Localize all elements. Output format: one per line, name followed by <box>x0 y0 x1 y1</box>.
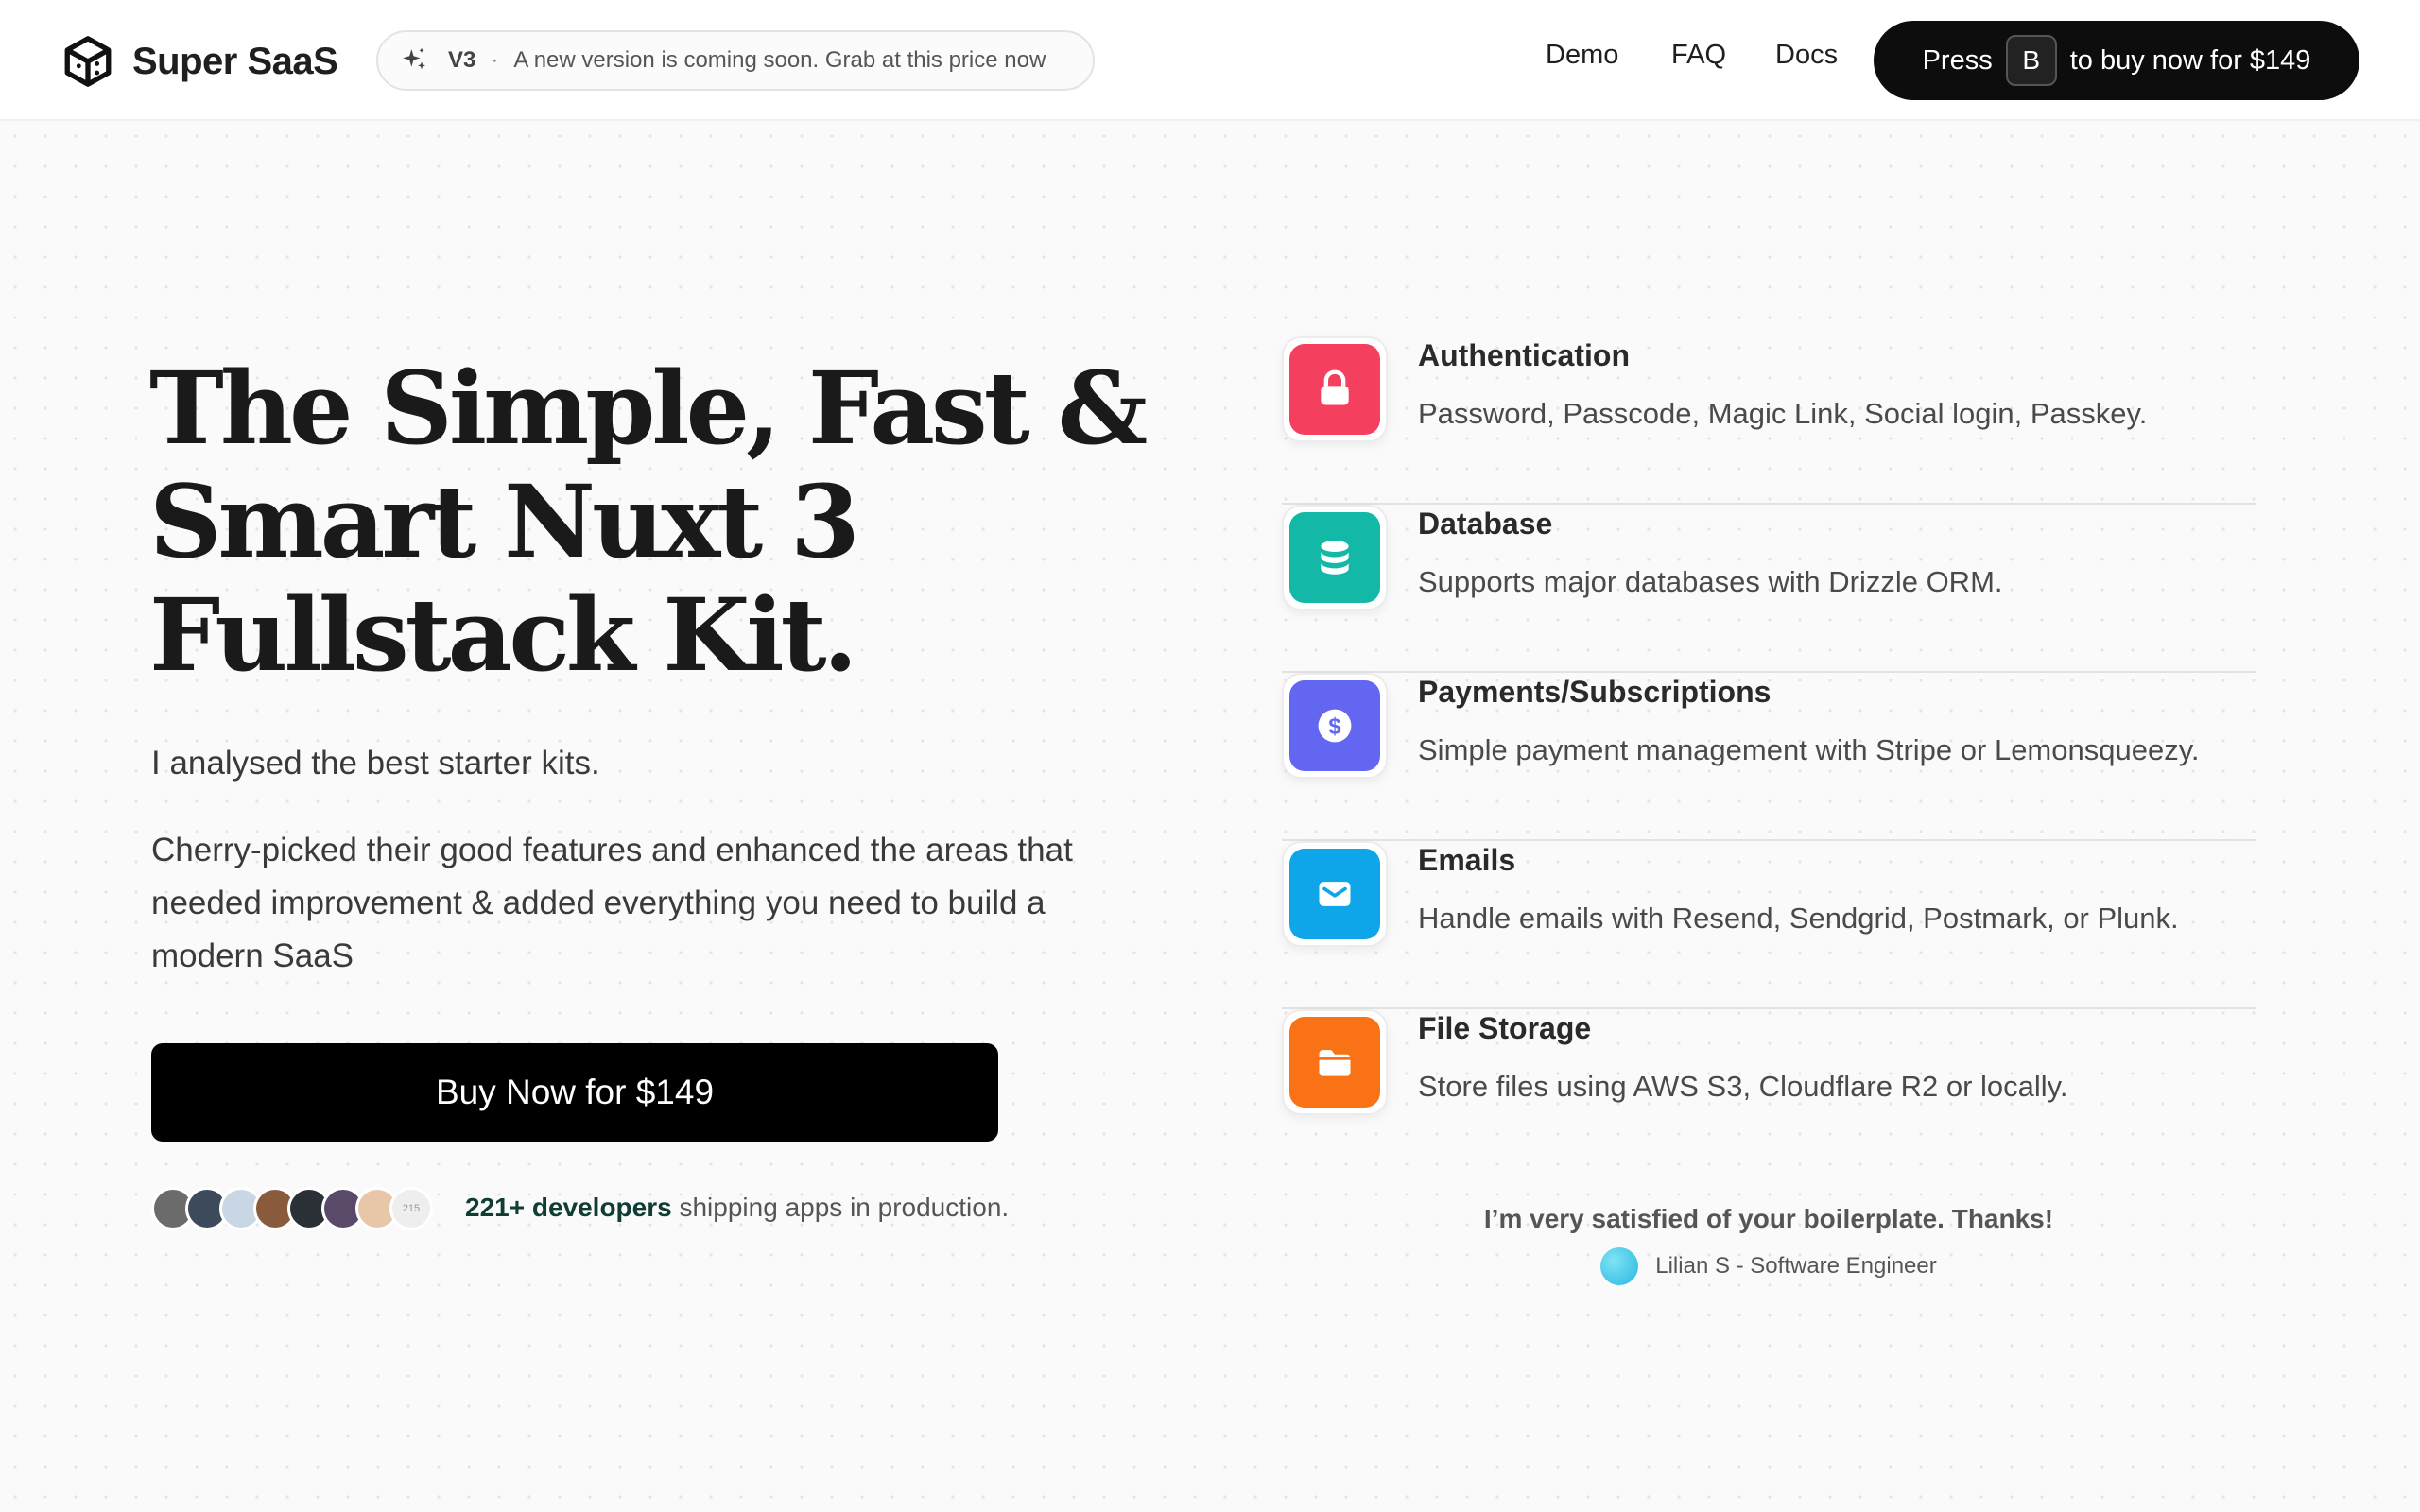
feature-icon-frame <box>1282 336 1388 442</box>
avatar <box>1600 1247 1639 1285</box>
announcement-pill[interactable]: V3 · A new version is coming soon. Grab … <box>376 30 1095 91</box>
feature-icon-tile <box>1289 849 1380 939</box>
folder-icon <box>1319 1050 1351 1076</box>
buy-now-button[interactable]: Buy Now for $149 <box>151 1043 998 1142</box>
feature-description: Supports major databases with Drizzle OR… <box>1418 565 2003 598</box>
feature-description: Simple payment management with Stripe or… <box>1418 733 2200 766</box>
separator-dot: · <box>491 47 499 73</box>
feature-icon-frame <box>1282 505 1388 610</box>
feature-icon-frame: $ <box>1282 673 1388 779</box>
buy-now-header-button[interactable]: Press B to buy now for $149 <box>1874 21 2360 100</box>
cta-prefix: Press <box>1922 44 1993 76</box>
hero-lead: I analysed the best starter kits. <box>151 745 600 782</box>
hero-title: The Simple, Fast & Smart Nuxt 3 Fullstac… <box>149 349 1148 694</box>
developer-avatars: 215 <box>151 1187 433 1230</box>
social-proof-count: 221+ developers <box>465 1193 672 1222</box>
top-nav-bar: Super SaaS V3 · A new version is coming … <box>0 0 2420 121</box>
avatar-count-badge: 215 <box>389 1187 433 1230</box>
cube-icon <box>64 36 112 87</box>
feature-icon-frame <box>1282 841 1388 947</box>
feature-payments: $ Payments/Subscriptions Simple payment … <box>1282 673 2256 841</box>
svg-text:$: $ <box>1328 713 1340 739</box>
feature-icon-frame <box>1282 1009 1388 1115</box>
social-proof-text: shipping apps in production. <box>679 1193 1010 1222</box>
author-name: Lilian S - Software Engineer <box>1655 1253 1937 1279</box>
feature-description: Password, Passcode, Magic Link, Social l… <box>1418 397 2148 430</box>
cta-suffix: to buy now for $149 <box>2069 44 2311 76</box>
feature-authentication: Authentication Password, Passcode, Magic… <box>1282 336 2256 505</box>
hero-description: Cherry-picked their good features and en… <box>151 832 1073 974</box>
logo-text: Super SaaS <box>132 40 338 82</box>
feature-emails: Emails Handle emails with Resend, Sendgr… <box>1282 841 2256 1009</box>
feature-icon-tile <box>1289 512 1380 603</box>
feature-file-storage: File Storage Store files using AWS S3, C… <box>1282 1009 2256 1177</box>
feature-title: Emails <box>1418 843 1516 877</box>
version-label: V3 <box>448 47 476 73</box>
nav-link-demo[interactable]: Demo <box>1546 40 1618 71</box>
feature-icon-tile: $ <box>1289 680 1380 771</box>
nav-link-docs[interactable]: Docs <box>1775 40 1838 71</box>
database-icon <box>1321 541 1349 575</box>
feature-description: Handle emails with Resend, Sendgrid, Pos… <box>1418 902 2179 935</box>
feature-title: Authentication <box>1418 338 1630 372</box>
feature-title: Payments/Subscriptions <box>1418 675 1772 709</box>
sparkles-icon <box>403 47 425 70</box>
feature-title: Database <box>1418 507 1553 541</box>
feature-description: Store files using AWS S3, Cloudflare R2 … <box>1418 1070 2068 1103</box>
testimonial-quote: I’m very satisfied of your boilerplate. … <box>1483 1204 2054 1233</box>
feature-icon-tile <box>1289 344 1380 435</box>
feature-title: File Storage <box>1418 1011 1592 1045</box>
testimonial-author: Lilian S - Software Engineer <box>1282 1247 2256 1285</box>
feature-icon-tile <box>1289 1017 1380 1108</box>
keyboard-shortcut-key: B <box>2005 35 2057 86</box>
logo[interactable]: Super SaaS <box>60 34 338 89</box>
social-proof: 221+ developers shipping apps in product… <box>465 1193 1009 1223</box>
mail-icon <box>1319 882 1351 906</box>
lock-icon <box>1321 369 1349 405</box>
feature-database: Database Supports major databases with D… <box>1282 505 2256 673</box>
nav-link-faq[interactable]: FAQ <box>1671 40 1726 71</box>
dollar-icon: $ <box>1318 709 1352 743</box>
announcement-text: A new version is coming soon. Grab at th… <box>513 47 1046 73</box>
